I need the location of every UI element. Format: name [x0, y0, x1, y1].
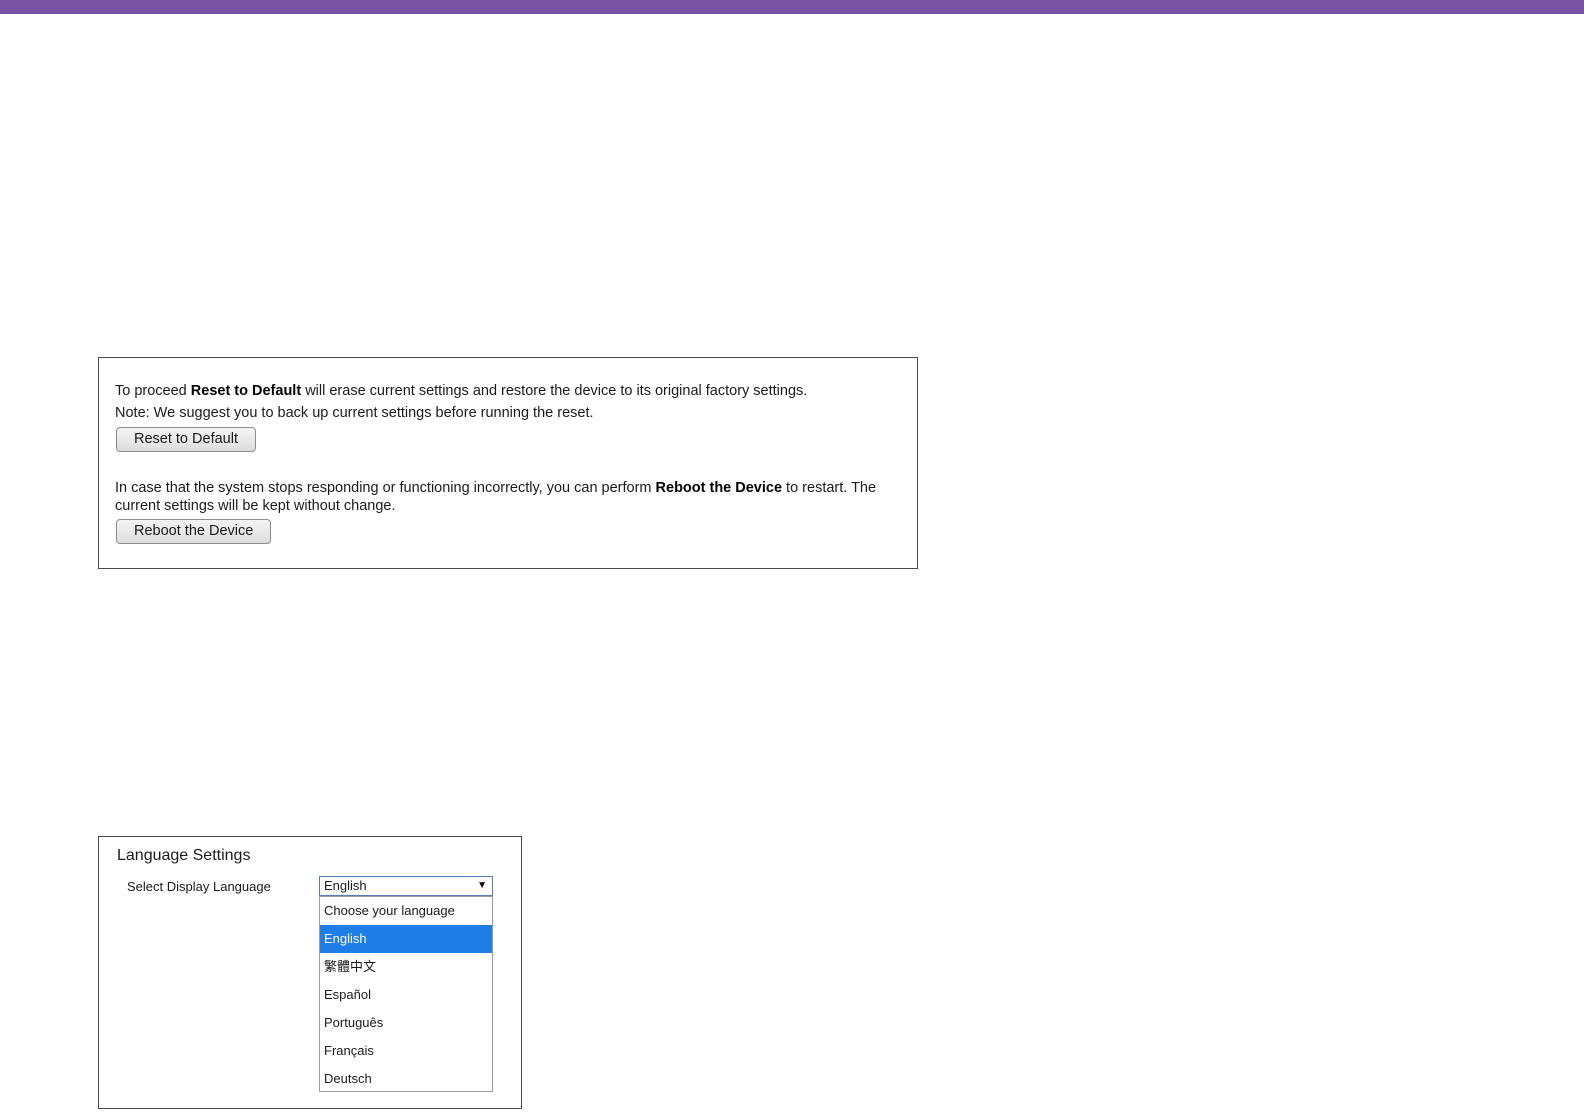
language-select-value: English [324, 878, 367, 893]
dropdown-arrow-icon: ▼ [477, 880, 487, 891]
reboot-text-pre: In case that the system stops responding… [115, 480, 656, 496]
reset-text-pre: To proceed [115, 383, 191, 399]
top-accent-bar [0, 0, 1584, 14]
language-settings-title: Language Settings [117, 847, 251, 864]
reset-description: To proceed Reset to Default will erase c… [115, 382, 807, 400]
language-settings-panel: Language Settings Select Display Languag… [98, 836, 522, 1109]
language-select[interactable]: English ▼ [319, 876, 493, 896]
reset-to-default-button[interactable]: Reset to Default [116, 427, 256, 452]
reset-note: Note: We suggest you to back up current … [115, 405, 594, 421]
reset-text-post: will erase current settings and restore … [301, 383, 808, 399]
reboot-text-post: to restart. The [782, 480, 877, 496]
language-option-traditional-chinese[interactable]: 繁體中文 [320, 953, 492, 981]
reset-text-bold: Reset to Default [190, 383, 302, 399]
reboot-description-line2: current settings will be kept without ch… [115, 498, 396, 514]
language-option-english[interactable]: English [320, 925, 492, 953]
language-option-portuguese[interactable]: Português [320, 1009, 492, 1037]
maintenance-panel: To proceed Reset to Default will erase c… [98, 357, 918, 569]
language-option-german[interactable]: Deutsch [320, 1065, 492, 1093]
language-dropdown-list: Choose your language English 繁體中文 Españo… [319, 896, 493, 1092]
reboot-text-bold: Reboot the Device [655, 480, 783, 496]
reboot-device-button[interactable]: Reboot the Device [116, 519, 272, 544]
language-option-french[interactable]: Français [320, 1037, 492, 1065]
language-option-spanish[interactable]: Español [320, 981, 492, 1009]
language-option-placeholder[interactable]: Choose your language [320, 897, 492, 925]
select-display-language-label: Select Display Language [127, 879, 271, 894]
reboot-description: In case that the system stops responding… [115, 479, 876, 497]
